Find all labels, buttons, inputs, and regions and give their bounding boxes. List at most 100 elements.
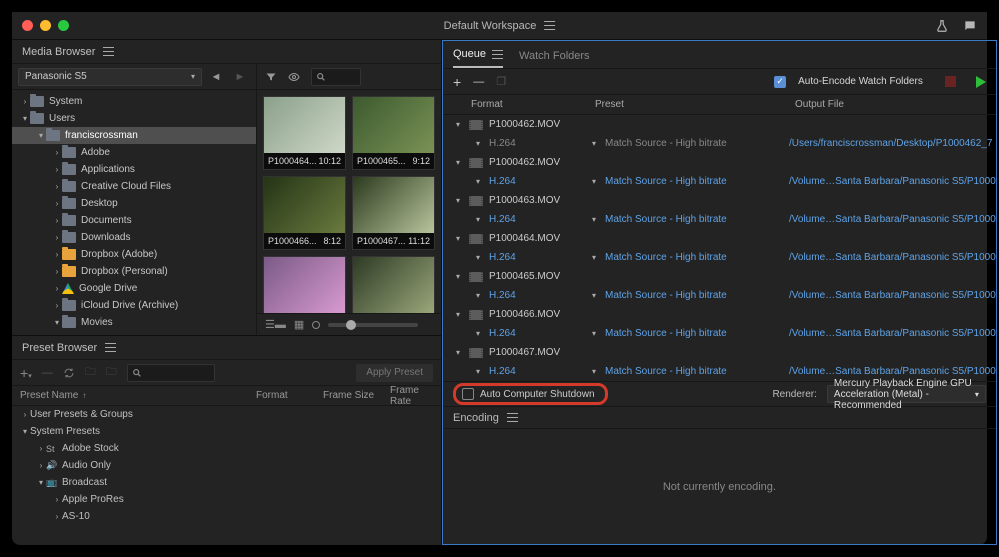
queue-row[interactable]: ▾H.264▾Match Source - High bitrate/Volum… <box>443 286 996 305</box>
folder-tree[interactable]: ›System▾Users▾franciscrossman›Adobe›Appl… <box>12 90 256 335</box>
col-frame-rate[interactable]: Frame Rate <box>390 385 433 407</box>
disclosure-icon[interactable]: ▾ <box>453 196 463 205</box>
queue-output-path[interactable]: /Users/franciscrossman/Desktop/P1000462_… <box>789 138 996 149</box>
chevron-down-icon[interactable]: ▾ <box>473 329 483 338</box>
disclosure-icon[interactable]: ▾ <box>52 318 62 327</box>
tree-item[interactable]: ›Documents <box>12 212 256 229</box>
thumbnail[interactable]: P1000469...21:12 <box>352 256 435 313</box>
queue-group[interactable]: ▾P1000463.MOV <box>443 191 996 210</box>
media-browser-menu-icon[interactable] <box>103 47 114 56</box>
new-folder-icon[interactable]: 🗀 <box>85 363 96 382</box>
queue-format[interactable]: H.264 <box>489 176 516 187</box>
chevron-down-icon[interactable]: ▾ <box>589 291 599 300</box>
preset-item[interactable]: ▾System Presets <box>12 423 441 440</box>
disclosure-icon[interactable]: › <box>52 199 62 208</box>
queue-format[interactable]: H.264 <box>489 138 516 149</box>
chevron-down-icon[interactable]: ▾ <box>589 139 599 148</box>
col-queue-format[interactable]: Format <box>471 99 595 110</box>
queue-group[interactable]: ▾P1000466.MOV <box>443 305 996 324</box>
add-source-button[interactable]: + <box>453 74 461 90</box>
disclosure-icon[interactable]: ▾ <box>36 131 46 140</box>
tree-item[interactable]: ›Google Drive <box>12 280 256 297</box>
chevron-down-icon[interactable]: ▾ <box>473 139 483 148</box>
queue-format[interactable]: H.264 <box>489 290 516 301</box>
col-format[interactable]: Format <box>256 390 313 401</box>
queue-preset[interactable]: Match Source - High bitrate <box>605 176 727 187</box>
chevron-down-icon[interactable]: ▾ <box>589 329 599 338</box>
chevron-down-icon[interactable]: ▾ <box>589 367 599 376</box>
preset-item[interactable]: ›StAdobe Stock <box>12 440 441 457</box>
queue-output-path[interactable]: /Volume…Santa Barbara/Panasonic S5/P1000 <box>789 290 996 301</box>
preset-item[interactable]: ›🔊Audio Only <box>12 457 441 474</box>
queue-row[interactable]: ▾H.264▾Match Source - High bitrate/Volum… <box>443 248 996 267</box>
queue-preset[interactable]: Match Source - High bitrate <box>605 366 727 377</box>
thumb-search-input[interactable] <box>311 68 361 86</box>
add-preset-button[interactable]: +▾ <box>20 365 32 381</box>
tree-item[interactable]: ›Desktop <box>12 195 256 212</box>
disclosure-icon[interactable]: ▾ <box>453 158 463 167</box>
auto-encode-checkbox[interactable]: ✓ <box>774 76 786 88</box>
delete-preset-button[interactable]: — <box>42 367 53 379</box>
queue-output-path[interactable]: /Volume…Santa Barbara/Panasonic S5/P1000 <box>789 366 996 377</box>
queue-output-path[interactable]: /Volume…Santa Barbara/Panasonic S5/P1000 <box>789 252 996 263</box>
start-queue-button[interactable] <box>976 76 986 88</box>
disclosure-icon[interactable]: › <box>52 284 62 293</box>
queue-group[interactable]: ▾P1000464.MOV <box>443 229 996 248</box>
flask-icon[interactable] <box>935 19 949 33</box>
col-queue-output[interactable]: Output File <box>795 99 844 110</box>
queue-preset[interactable]: Match Source - High bitrate <box>605 252 727 263</box>
tab-watch-folders[interactable]: Watch Folders <box>519 50 590 68</box>
thumbnail[interactable]: P1000467...11:12 <box>352 176 435 250</box>
disclosure-icon[interactable]: › <box>36 444 46 453</box>
tree-item[interactable]: ▾Movies <box>12 314 256 331</box>
disclosure-icon[interactable]: ▾ <box>453 120 463 129</box>
col-queue-preset[interactable]: Preset <box>595 99 795 110</box>
thumbnail[interactable]: P1000466...8:12 <box>263 176 346 250</box>
disclosure-icon[interactable]: › <box>52 165 62 174</box>
chat-icon[interactable] <box>963 19 977 33</box>
queue-row[interactable]: ▾H.264▾Match Source - High bitrate/Volum… <box>443 324 996 343</box>
queue-format[interactable]: H.264 <box>489 328 516 339</box>
preset-browser-menu-icon[interactable] <box>105 343 116 352</box>
disclosure-icon[interactable]: › <box>52 267 62 276</box>
maximize-window-button[interactable] <box>58 20 69 31</box>
queue-row[interactable]: ▾H.264▾Match Source - High bitrate/Volum… <box>443 172 996 191</box>
disclosure-icon[interactable]: › <box>52 250 62 259</box>
chevron-down-icon[interactable]: ▾ <box>473 177 483 186</box>
duplicate-button[interactable]: ❐ <box>496 75 506 88</box>
tree-item[interactable]: ›System <box>12 93 256 110</box>
tree-item[interactable]: ›Adobe <box>12 144 256 161</box>
preset-item[interactable]: ›Apple ProRes <box>12 491 441 508</box>
preset-search-input[interactable] <box>127 364 215 382</box>
queue-output-path[interactable]: /Volume…Santa Barbara/Panasonic S5/P1000 <box>789 214 996 225</box>
disclosure-icon[interactable]: › <box>52 233 62 242</box>
auto-shutdown-checkbox[interactable] <box>462 388 474 400</box>
disclosure-icon[interactable]: › <box>52 512 62 521</box>
queue-group[interactable]: ▾P1000462.MOV <box>443 153 996 172</box>
disclosure-icon[interactable]: ▾ <box>453 234 463 243</box>
list-view-icon[interactable]: ☰▬ <box>265 318 286 331</box>
chevron-down-icon[interactable]: ▾ <box>589 177 599 186</box>
tree-item[interactable]: ›Dropbox (Adobe) <box>12 246 256 263</box>
chevron-down-icon[interactable]: ▾ <box>589 215 599 224</box>
queue-row[interactable]: ▾H.264▾Match Source - High bitrate/Volum… <box>443 210 996 229</box>
disclosure-icon[interactable]: ▾ <box>20 427 30 436</box>
chevron-down-icon[interactable]: ▾ <box>473 291 483 300</box>
chevron-down-icon[interactable]: ▾ <box>473 253 483 262</box>
queue-row[interactable]: ▾H.264▾Match Source - High bitrate/Users… <box>443 134 996 153</box>
remove-source-button[interactable]: — <box>473 76 484 88</box>
queue-group[interactable]: ▾P1000467.MOV <box>443 343 996 362</box>
workspace-menu-icon[interactable] <box>544 21 555 30</box>
tree-item[interactable]: ›Dropbox (Personal) <box>12 263 256 280</box>
encoding-menu-icon[interactable] <box>507 413 518 422</box>
tree-item[interactable]: ▾franciscrossman <box>12 127 256 144</box>
disclosure-icon[interactable]: › <box>20 410 30 419</box>
queue-group[interactable]: ▾P1000462.MOV <box>443 115 996 134</box>
queue-format[interactable]: H.264 <box>489 366 516 377</box>
queue-menu-icon[interactable] <box>492 50 503 59</box>
tree-item[interactable]: ›Applications <box>12 161 256 178</box>
tree-item[interactable]: ›iCloud Drive (Archive) <box>12 297 256 314</box>
chevron-down-icon[interactable]: ▾ <box>589 253 599 262</box>
disclosure-icon[interactable]: ▾ <box>20 114 30 123</box>
nav-forward-button[interactable]: ► <box>230 68 250 86</box>
